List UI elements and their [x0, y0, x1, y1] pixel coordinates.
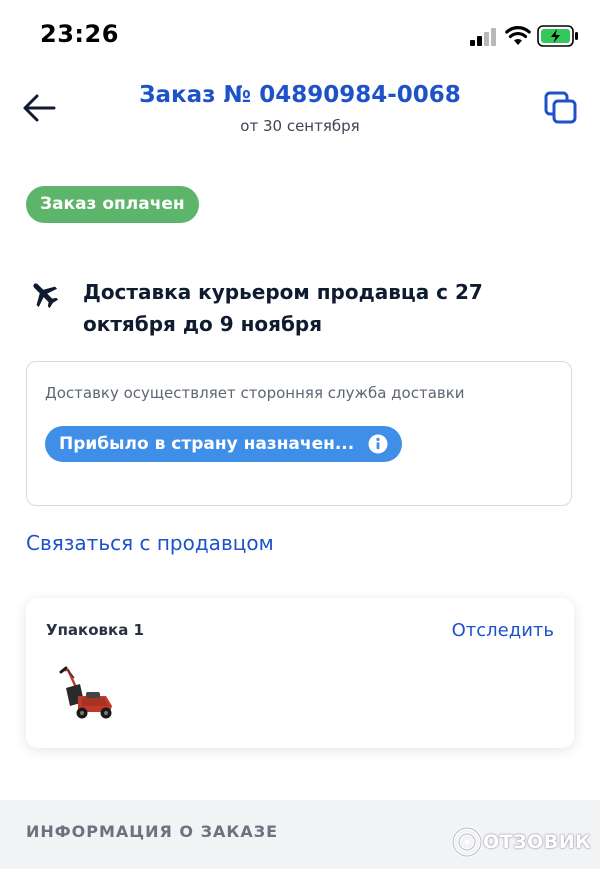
status-time: 23:26 — [40, 20, 119, 48]
track-package-link[interactable]: Отследить — [452, 620, 554, 641]
status-bar: 23:26 — [0, 0, 600, 70]
wifi-icon — [505, 26, 531, 45]
delivery-info: Доставка курьером продавца с 27 октября … — [83, 280, 483, 336]
watermark-text: ОТЗОВИК — [483, 831, 592, 853]
tracking-note: Доставку осуществляет сторонняя служба д… — [45, 384, 465, 402]
tracking-status-pill[interactable]: Прибыло в страну назначен... — [45, 426, 403, 462]
package-title: Упаковка 1 — [46, 621, 144, 639]
tracking-card: Доставку осуществляет сторонняя служба д… — [26, 361, 572, 506]
lawn-mower-image[interactable] — [56, 666, 116, 722]
battery-charging-icon — [537, 25, 578, 47]
package-card: Упаковка 1 Отследить — [26, 598, 574, 748]
order-title: Заказ № 04890984-0068 — [139, 82, 461, 108]
order-date: от 30 сентября — [240, 117, 360, 135]
tracking-status-label: Прибыло в страну назначен... — [59, 434, 355, 454]
airplane-icon — [33, 283, 59, 309]
order-info-heading: ИНФОРМАЦИЯ О ЗАКАЗЕ — [26, 822, 279, 841]
copy-icon[interactable] — [543, 90, 579, 126]
contact-seller-link[interactable]: Связаться с продавцом — [26, 531, 274, 555]
order-status-badge: Заказ оплачен — [26, 186, 199, 223]
cellular-signal-icon — [470, 28, 496, 46]
info-icon[interactable] — [368, 434, 388, 454]
